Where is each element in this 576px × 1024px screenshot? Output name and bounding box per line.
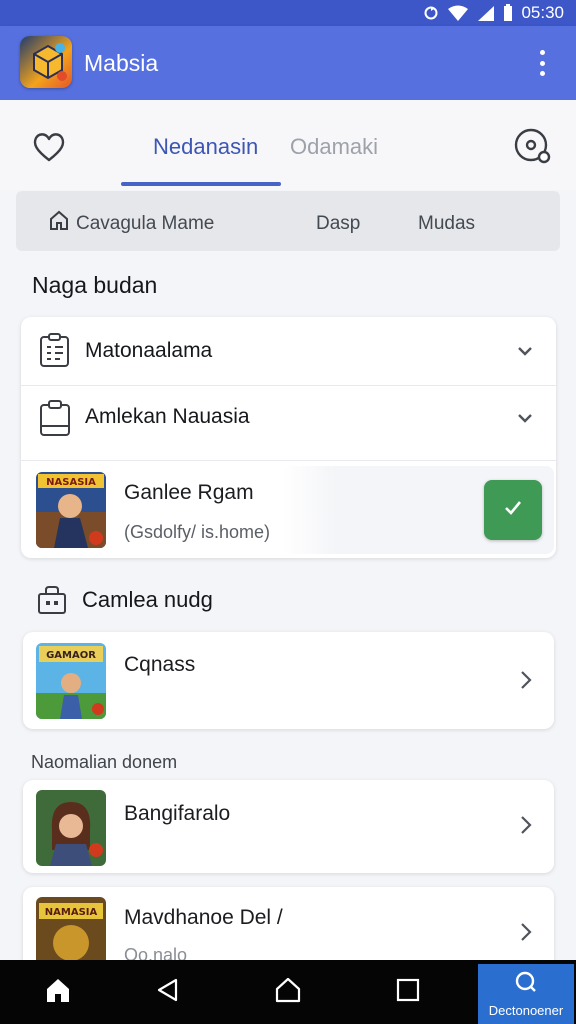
game-title-cqnass[interactable]: Cqnass bbox=[124, 653, 195, 677]
disc-search-icon[interactable] bbox=[512, 126, 554, 168]
chevron-right-icon[interactable] bbox=[518, 815, 534, 834]
check-icon bbox=[502, 497, 524, 524]
tab-odamaki[interactable]: Odamaki bbox=[290, 134, 378, 160]
back-triangle-icon bbox=[155, 977, 181, 1008]
section-title-camlea: Camlea nudg bbox=[82, 587, 213, 612]
more-vert-icon[interactable] bbox=[532, 50, 552, 76]
game-title-mavdhanoe[interactable]: Mavdhanoe Del / bbox=[124, 906, 283, 930]
tab-nedanasin[interactable]: Nedanasin bbox=[153, 134, 258, 160]
chevron-right-icon[interactable] bbox=[518, 670, 534, 689]
recents-square-icon bbox=[396, 978, 420, 1007]
active-tab-indicator bbox=[121, 182, 281, 186]
chevron-down-icon[interactable] bbox=[517, 343, 533, 359]
back-button[interactable] bbox=[148, 972, 188, 1012]
game-title-ganlee[interactable]: Ganlee Rgam bbox=[124, 481, 254, 505]
clock-time: 05:30 bbox=[521, 3, 564, 22]
list-doc-icon bbox=[38, 333, 72, 369]
sync-icon bbox=[423, 5, 439, 21]
chevron-down-icon[interactable] bbox=[517, 410, 533, 426]
discover-label: Dectonoener bbox=[488, 1003, 564, 1018]
recents-button[interactable] bbox=[388, 972, 428, 1012]
divider bbox=[21, 460, 556, 461]
search-icon bbox=[514, 970, 538, 999]
game-title-bangifaralo[interactable]: Bangifaralo bbox=[124, 802, 230, 826]
home-button[interactable] bbox=[268, 972, 308, 1012]
signal-icon bbox=[477, 5, 495, 21]
confirm-button[interactable] bbox=[484, 480, 542, 540]
app-logo[interactable] bbox=[20, 36, 72, 88]
discover-button[interactable]: Dectonoener bbox=[478, 964, 574, 1024]
battery-icon bbox=[503, 4, 513, 22]
subnav-item-cavagula[interactable]: Cavagula Mame bbox=[76, 213, 214, 235]
row-label-matonaalama[interactable]: Matonaalama bbox=[85, 339, 212, 363]
wifi-icon bbox=[447, 5, 469, 21]
svg-text:NAMASIA: NAMASIA bbox=[45, 907, 98, 918]
tab-row bbox=[0, 100, 576, 190]
game-subtitle-ganlee: (Gsdolfy/ is.home) bbox=[124, 522, 271, 542]
heart-icon[interactable] bbox=[30, 128, 68, 166]
subnav-item-dasp[interactable]: Dasp bbox=[316, 213, 360, 235]
chevron-right-icon[interactable] bbox=[518, 922, 534, 941]
clipboard-icon bbox=[38, 400, 72, 438]
svg-text:GAMAOR: GAMAOR bbox=[46, 650, 96, 661]
game-thumbnail-bangifaralo[interactable] bbox=[36, 790, 106, 866]
section-title-naga-budan: Naga budan bbox=[32, 272, 158, 298]
section-title-naomalian: Naomalian donem bbox=[31, 752, 178, 772]
home-icon bbox=[48, 209, 70, 231]
row-label-amlekan[interactable]: Amlekan Nauasia bbox=[85, 405, 250, 429]
shop-bag-icon bbox=[36, 584, 68, 616]
divider bbox=[21, 385, 556, 386]
game-thumbnail-ganlee[interactable]: NASASIA bbox=[36, 472, 106, 548]
svg-text:NASASIA: NASASIA bbox=[46, 477, 96, 488]
home-nav-button[interactable] bbox=[38, 972, 78, 1012]
subnav-item-mudas[interactable]: Mudas bbox=[418, 213, 475, 235]
status-icons: 05:30 bbox=[423, 3, 564, 23]
game-thumbnail-cqnass[interactable]: GAMAOR bbox=[36, 643, 106, 719]
home-icon bbox=[44, 976, 72, 1009]
home-outline-icon bbox=[274, 976, 302, 1009]
app-title: Mabsia bbox=[84, 50, 159, 76]
